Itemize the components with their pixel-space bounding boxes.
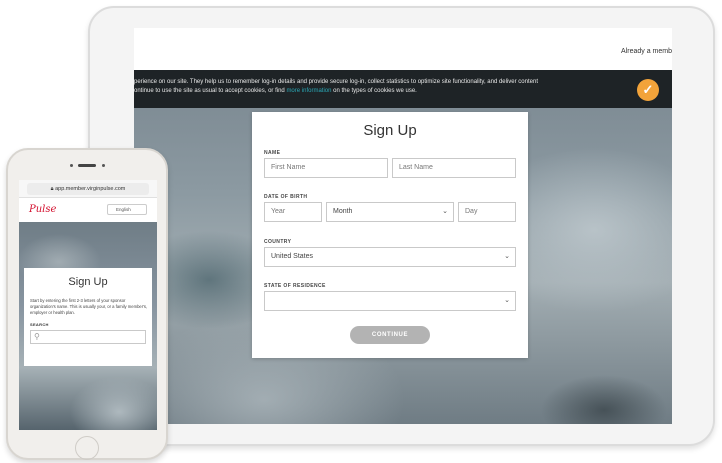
phone-device: 🔒︎ app.member.virginpulse.com Pulse Engl… xyxy=(6,148,168,460)
chevron-down-icon: ⌄ xyxy=(504,297,510,304)
day-input[interactable]: Day xyxy=(458,202,516,222)
signup-card: Sign Up NAME First Name Last Name DATE O… xyxy=(252,112,528,358)
language-select[interactable]: English xyxy=(107,204,147,215)
month-value: Month xyxy=(333,208,353,215)
search-label: SEARCH xyxy=(30,322,49,327)
first-name-input[interactable]: First Name xyxy=(264,158,388,178)
dob-label: DATE OF BIRTH xyxy=(264,194,308,200)
cookie-text: perience on our site. They help us to re… xyxy=(134,78,604,96)
month-select[interactable]: Month ⌄ xyxy=(326,202,454,222)
sponsor-search-input[interactable]: ⚲ xyxy=(30,330,146,344)
mobile-site-header: Pulse English xyxy=(19,198,157,222)
country-select[interactable]: United States ⌄ xyxy=(264,247,516,267)
continue-button[interactable]: CONTINUE xyxy=(350,326,430,344)
cookie-more-info-link[interactable]: more information xyxy=(286,88,331,94)
already-member-link[interactable]: Already a memb xyxy=(621,48,672,55)
last-name-input[interactable]: Last Name xyxy=(392,158,516,178)
mobile-signup-card: Sign Up Start by entering the first 2-3 … xyxy=(24,268,152,366)
url-text: app.member.virginpulse.com xyxy=(55,186,126,192)
country-label: COUNTRY xyxy=(264,239,292,245)
cookie-banner: perience on our site. They help us to re… xyxy=(134,70,672,108)
year-input[interactable]: Year xyxy=(264,202,322,222)
phone-screen: 🔒︎ app.member.virginpulse.com Pulse Engl… xyxy=(19,180,157,430)
country-value: United States xyxy=(271,253,314,260)
cookie-text-line2-end: on the types of cookies we use. xyxy=(331,88,417,94)
home-button[interactable] xyxy=(75,436,99,460)
cookie-text-line2: ontinue to use the site as usual to acce… xyxy=(134,88,287,94)
tablet-screen: Already a memb perience on our site. The… xyxy=(134,28,672,424)
cookie-text-line1: perience on our site. They help us to re… xyxy=(134,79,538,85)
site-header: Already a memb xyxy=(134,28,672,70)
search-icon: ⚲ xyxy=(34,332,40,341)
mobile-signup-description: Start by entering the first 2-3 letters … xyxy=(30,298,148,315)
name-label: NAME xyxy=(264,150,281,156)
virgin-pulse-logo: Pulse xyxy=(29,204,57,215)
tablet-device: Already a memb perience on our site. The… xyxy=(88,6,715,446)
lock-icon: 🔒︎ xyxy=(50,186,54,192)
phone-sensor xyxy=(102,164,105,167)
state-select[interactable]: ⌄ xyxy=(264,291,516,311)
phone-camera xyxy=(70,164,73,167)
phone-speaker xyxy=(78,164,96,167)
mobile-signup-title: Sign Up xyxy=(68,276,108,288)
chevron-down-icon: ⌄ xyxy=(504,253,510,260)
signup-title: Sign Up xyxy=(363,122,417,139)
state-label: STATE OF RESIDENCE xyxy=(264,283,326,289)
check-icon[interactable]: ✓ xyxy=(637,79,659,101)
chevron-down-icon: ⌄ xyxy=(442,208,448,215)
url-field[interactable]: 🔒︎ app.member.virginpulse.com xyxy=(27,183,149,195)
browser-url-bar: 🔒︎ app.member.virginpulse.com xyxy=(19,180,157,198)
